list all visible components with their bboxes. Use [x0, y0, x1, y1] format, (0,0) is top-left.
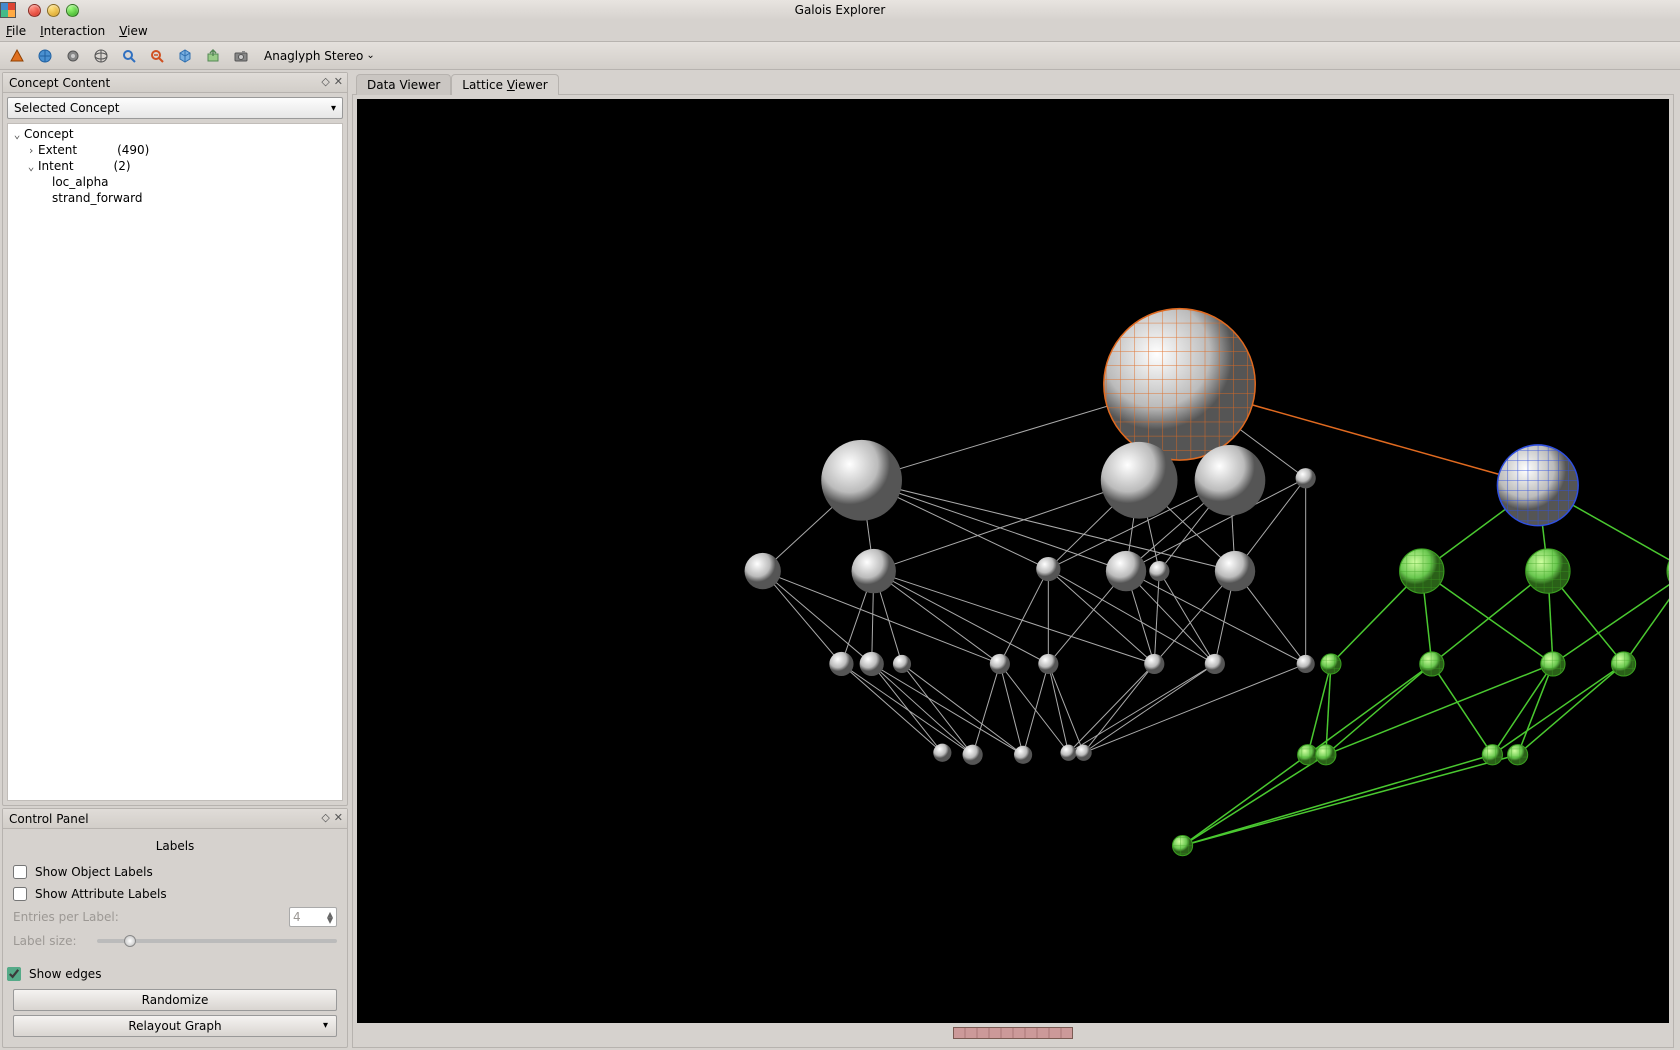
intent-count: (2): [114, 159, 131, 173]
tree-collapse-icon[interactable]: ⌄: [24, 160, 38, 173]
selected-concept-label: Selected Concept: [14, 101, 119, 115]
label-size-slider[interactable]: [97, 939, 337, 943]
relayout-graph-button[interactable]: Relayout Graph ▾: [13, 1015, 337, 1037]
concept-panel-title: Concept Content: [9, 76, 110, 90]
panel-detach-icon[interactable]: ◇: [321, 811, 329, 825]
control-panel-title: Control Panel: [9, 812, 89, 826]
minimize-window-icon[interactable]: [47, 4, 60, 17]
chevron-down-icon: ⌄: [366, 50, 374, 61]
label-size-text: Label size:: [13, 934, 77, 948]
tree-leaf-strand-forward[interactable]: strand_forward: [52, 191, 142, 205]
tree-node-intent[interactable]: Intent: [38, 159, 74, 173]
tool-cube-icon[interactable]: [174, 45, 196, 67]
panel-close-icon[interactable]: ✕: [334, 75, 343, 89]
lattice-viewport[interactable]: [357, 99, 1669, 1023]
extent-count: (490): [117, 143, 149, 157]
menu-view[interactable]: View: [119, 24, 147, 38]
tree-leaf-loc-alpha[interactable]: loc_alpha: [52, 175, 109, 189]
panel-detach-icon[interactable]: ◇: [321, 75, 329, 89]
tab-lattice-viewer[interactable]: Lattice Viewer: [451, 74, 558, 95]
spinner-arrows-icon[interactable]: ▴▾: [327, 911, 333, 923]
tool-camera-icon[interactable]: [230, 45, 252, 67]
tool-gear-icon[interactable]: [62, 45, 84, 67]
tree-node-extent[interactable]: Extent: [38, 143, 77, 157]
tool-zoom-reset-icon[interactable]: [146, 45, 168, 67]
menu-file[interactable]: File: [6, 24, 26, 38]
tree-node-concept[interactable]: Concept: [24, 127, 74, 141]
menubar: File Interaction View: [0, 20, 1680, 42]
tool-zoom-icon[interactable]: [118, 45, 140, 67]
stereo-mode-dropdown[interactable]: Anaglyph Stereo ⌄: [264, 49, 375, 63]
tree-collapse-icon[interactable]: ⌄: [10, 128, 24, 141]
panel-close-icon[interactable]: ✕: [334, 811, 343, 825]
tree-expand-icon[interactable]: ›: [24, 144, 38, 157]
tab-data-viewer[interactable]: Data Viewer: [356, 74, 451, 95]
chevron-down-icon: ▾: [331, 103, 336, 114]
chevron-down-icon: ▾: [323, 1020, 328, 1031]
window-controls: [20, 4, 87, 17]
maximize-window-icon[interactable]: [66, 4, 79, 17]
viewer-tabs: Data Viewer Lattice Viewer: [352, 72, 1674, 94]
concept-content-panel: Concept Content ◇ ✕ Selected Concept ▾ ⌄…: [2, 72, 348, 806]
tool-cone-icon[interactable]: [6, 45, 28, 67]
toolbar: Anaglyph Stereo ⌄: [0, 42, 1680, 70]
app-icon: [0, 2, 16, 18]
labels-section-header: Labels: [13, 839, 337, 853]
randomize-button[interactable]: Randomize: [13, 989, 337, 1011]
show-edges-checkbox[interactable]: Show edges: [7, 963, 337, 985]
concept-tree[interactable]: ⌄Concept ›Extent(490) ⌄Intent(2) loc_alp…: [7, 123, 343, 801]
viewport-frame: [352, 94, 1674, 1048]
tool-globe-icon[interactable]: [90, 45, 112, 67]
show-object-labels-checkbox[interactable]: Show Object Labels: [13, 861, 337, 883]
titlebar: Galois Explorer: [0, 0, 1680, 20]
show-object-labels-input[interactable]: [13, 865, 27, 879]
tool-world-icon[interactable]: [34, 45, 56, 67]
stereo-mode-label: Anaglyph Stereo: [264, 49, 363, 63]
progress-bar: [357, 1027, 1669, 1043]
entries-per-label-spinner[interactable]: 4 ▴▾: [289, 907, 337, 927]
entries-per-label-text: Entries per Label:: [13, 910, 119, 924]
lattice-svg[interactable]: [357, 99, 1669, 1023]
close-window-icon[interactable]: [28, 4, 41, 17]
window-title: Galois Explorer: [0, 3, 1680, 17]
selected-concept-dropdown[interactable]: Selected Concept ▾: [7, 97, 343, 119]
show-attribute-labels-input[interactable]: [13, 887, 27, 901]
control-panel: Control Panel ◇ ✕ Labels Show Object Lab…: [2, 808, 348, 1048]
tool-export-icon[interactable]: [202, 45, 224, 67]
show-edges-input[interactable]: [7, 967, 21, 981]
show-attribute-labels-checkbox[interactable]: Show Attribute Labels: [13, 883, 337, 905]
menu-interaction[interactable]: Interaction: [40, 24, 105, 38]
